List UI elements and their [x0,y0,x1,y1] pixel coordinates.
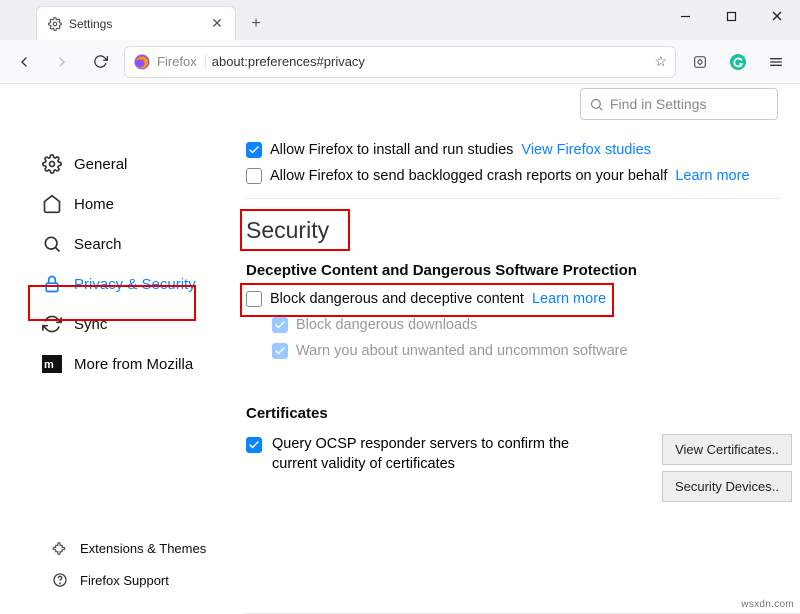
checkbox-block-downloads [272,317,288,333]
sidebar-footer-firefox-support[interactable]: Firefox Support [0,564,206,596]
mozilla-logo-icon: m [42,354,62,374]
block-downloads-label: Block dangerous downloads [296,317,477,333]
find-in-settings-input[interactable]: Find in Settings [580,88,778,120]
block-learn-more-link[interactable]: Learn more [532,291,606,307]
deceptive-content-heading: Deceptive Content and Dangerous Software… [246,262,780,279]
puzzle-icon [50,538,70,558]
sidebar-item-label: General [74,156,127,173]
app-menu-button[interactable] [762,48,790,76]
back-button[interactable] [10,48,38,76]
content: Find in Settings Allow Firefox to instal… [230,84,800,614]
sidebar-item-privacy-security[interactable]: Privacy & Security [0,264,230,304]
sidebar-item-label: More from Mozilla [74,356,193,373]
grammarly-extension-icon[interactable] [724,48,752,76]
reload-button[interactable] [86,48,114,76]
search-icon [42,234,62,254]
crash-reports-label: Allow Firefox to send backlogged crash r… [270,168,667,184]
window-maximize-button[interactable] [708,0,754,32]
home-icon [42,194,62,214]
sidebar-item-general[interactable]: General [0,144,230,184]
bookmark-star-icon[interactable]: ☆ [654,53,667,70]
crash-learn-more-link[interactable]: Learn more [675,168,749,184]
gear-icon [47,16,63,32]
lock-icon [42,274,62,294]
sidebar-item-label: Search [74,236,122,253]
firefox-logo-icon [133,53,151,71]
checkbox-query-ocsp[interactable] [246,437,262,453]
security-heading: Security [246,217,780,244]
watermark: wsxdn.com [741,599,794,610]
new-tab-button[interactable]: + [242,10,270,38]
view-firefox-studies-link[interactable]: View Firefox studies [521,142,650,158]
tab-title: Settings [69,17,203,31]
url-bar[interactable]: Firefox about:preferences#privacy ☆ [124,46,676,78]
sidebar-item-label: Home [74,196,114,213]
sidebar-item-more-mozilla[interactable]: m More from Mozilla [0,344,230,384]
shield-icon[interactable] [686,48,714,76]
sidebar-item-label: Sync [74,316,107,333]
search-icon [589,97,604,112]
sidebar-item-label: Firefox Support [80,573,169,588]
url-prefix: Firefox [157,54,206,69]
view-certificates-button[interactable]: View Certificates.. [662,434,792,465]
sidebar-item-sync[interactable]: Sync [0,304,230,344]
checkbox-allow-studies[interactable] [246,142,262,158]
forward-button[interactable] [48,48,76,76]
sidebar: General Home Search Privacy & Security S… [0,84,230,614]
security-devices-button[interactable]: Security Devices.. [662,471,792,502]
window-minimize-button[interactable] [662,0,708,32]
sync-icon [42,314,62,334]
divider [246,198,780,199]
sidebar-item-search[interactable]: Search [0,224,230,264]
ocsp-label: Query OCSP responder servers to confirm … [272,434,602,475]
sidebar-item-label: Privacy & Security [74,276,196,293]
sidebar-item-home[interactable]: Home [0,184,230,224]
checkbox-warn-uncommon [272,343,288,359]
sidebar-footer-extensions-themes[interactable]: Extensions & Themes [0,532,206,564]
url-path: about:preferences#privacy [212,54,649,69]
warn-uncommon-label: Warn you about unwanted and uncommon sof… [296,343,628,359]
svg-text:m: m [44,359,54,371]
checkbox-block-dangerous[interactable] [246,291,262,307]
allow-studies-label: Allow Firefox to install and run studies [270,142,513,158]
certificates-heading: Certificates [246,405,780,422]
block-dangerous-label: Block dangerous and deceptive content [270,291,524,307]
find-placeholder: Find in Settings [610,96,707,112]
help-icon [50,570,70,590]
gear-icon [42,154,62,174]
checkbox-crash-reports[interactable] [246,168,262,184]
sidebar-item-label: Extensions & Themes [80,541,206,556]
browser-tab[interactable]: Settings ✕ [36,6,236,40]
window-close-button[interactable] [754,0,800,32]
close-tab-icon[interactable]: ✕ [209,16,225,32]
